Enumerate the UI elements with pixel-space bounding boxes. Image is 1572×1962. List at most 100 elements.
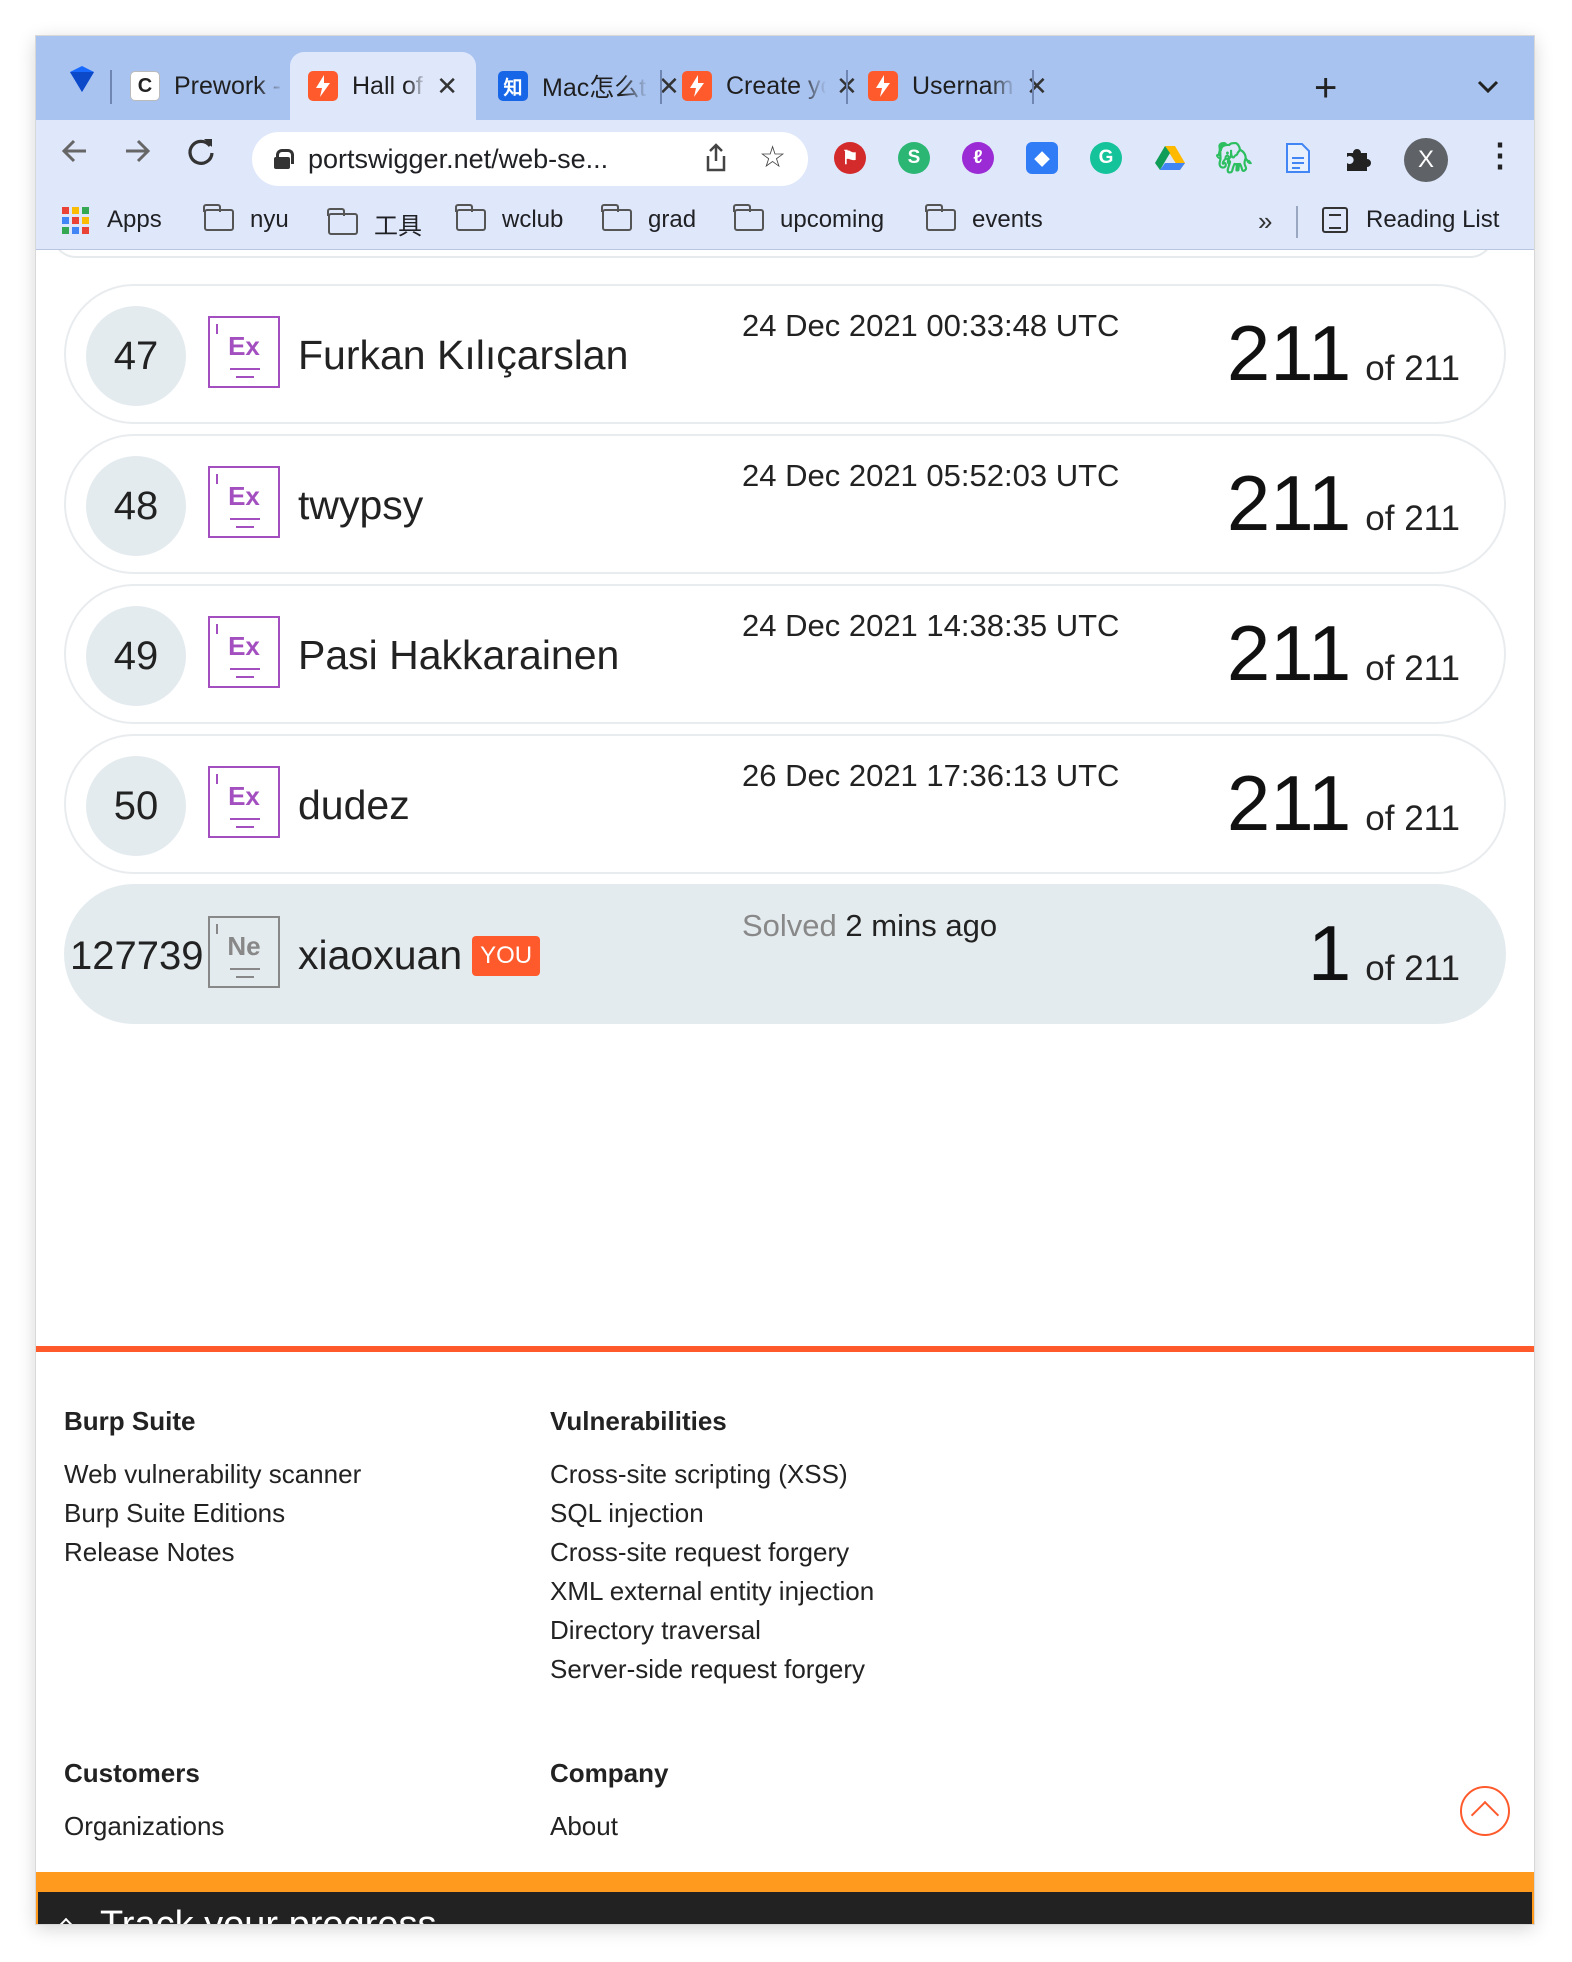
footer-link[interactable]: Organizations [64,1807,224,1846]
solved-count: 211 [1226,759,1352,847]
footer-heading: Vulnerabilities [550,1406,727,1436]
leaderboard-row: 50 Ex dudez 26 Dec 2021 17:36:13 UTC 211… [64,734,1506,874]
bookmarks-divider [1296,206,1298,238]
bookmark-label: upcoming [780,206,885,233]
bookmark-nyu[interactable]: nyu [203,204,289,234]
url-text: portswigger.net/web-se... [308,143,609,174]
address-bar[interactable]: portswigger.net/web-se... ☆ [252,132,808,186]
footer-heading: Company [550,1758,669,1788]
username: Furkan Kılıçarslan [298,332,629,378]
extension-s-icon[interactable]: S [898,142,930,174]
you-badge: YOU [472,935,541,976]
reload-button[interactable] [184,134,218,177]
chevron-up-icon [51,1917,81,1924]
tab-separator [1032,70,1034,104]
evernote-icon[interactable]: 🐘︎ [1215,142,1253,175]
track-progress-accent [36,1872,1534,1892]
completion-date: 24 Dec 2021 05:52:03 UTC [742,458,1120,493]
footer-link[interactable]: Directory traversal [550,1611,874,1650]
tab-title: Prework - [174,71,281,100]
footer-link[interactable]: Burp Suite Editions [64,1494,361,1533]
tab-title: Hall of Fa [352,71,426,100]
reading-list-icon [1322,207,1348,233]
extension-blue-icon[interactable]: ◆ [1026,142,1058,174]
tab-title: Mac怎么t [542,74,647,102]
bookmark-grad[interactable]: grad [601,204,697,234]
total-count: of 211 [1365,499,1460,538]
reading-list-button[interactable]: Reading List [1322,206,1499,234]
footer-link[interactable]: About [550,1807,668,1846]
footer-burp-suite: Burp Suite Web vulnerability scanner Bur… [64,1406,361,1572]
footer-link[interactable]: Release Notes [64,1533,361,1572]
track-progress-label: Track your progress [100,1904,436,1925]
folder-icon [327,207,358,235]
docs-icon[interactable] [1282,142,1314,174]
rank-number: 127739 [70,933,204,978]
bookmark-tools[interactable]: 工具 [327,206,422,241]
bookmark-upcoming[interactable]: upcoming [733,204,885,234]
score: 211 of 211 [1227,458,1460,549]
grammarly-icon[interactable]: G [1090,142,1122,174]
page-content: 47 Ex Furkan Kılıçarslan 24 Dec 2021 00:… [36,250,1534,1924]
google-drive-icon[interactable] [1154,142,1186,174]
username: dudez [298,782,410,828]
rank-circle: 48 [86,456,186,556]
completion-date: 24 Dec 2021 14:38:35 UTC [742,608,1120,643]
bookmark-events[interactable]: events [925,204,1043,234]
footer-link[interactable]: Cross-site request forgery [550,1533,874,1572]
share-icon[interactable] [704,143,728,180]
new-tab-button[interactable]: + [1314,66,1337,111]
extension-lr-icon[interactable]: ℓ [962,142,994,174]
bookmark-apps[interactable]: Apps [62,206,162,234]
menu-kebab-icon[interactable]: ⋮ [1484,136,1516,174]
forward-button[interactable] [120,134,154,177]
folder-icon [925,204,956,231]
footer-link[interactable]: Server-side request forgery [550,1650,874,1689]
rank-circle: 47 [86,306,186,406]
c-favicon-icon: C [130,71,160,101]
bookmark-wclub[interactable]: wclub [455,204,564,234]
extensions-puzzle-icon[interactable] [1342,142,1374,174]
username: Pasi Hakkarainen [298,632,620,678]
apps-grid-icon [62,206,89,234]
footer-vulnerabilities: Vulnerabilities Cross-site scripting (XS… [550,1406,874,1689]
close-tab-icon[interactable]: ✕ [436,71,458,102]
close-tab-icon[interactable]: ✕ [1026,71,1048,102]
footer-link[interactable]: Cross-site scripting (XSS) [550,1455,874,1494]
solved-count: 211 [1226,609,1352,697]
tab-title: Usernam [912,71,1014,100]
bookmark-label: wclub [502,206,564,233]
username: xiaoxuan YOU [298,932,541,979]
back-button[interactable] [58,134,92,177]
username: twypsy [298,482,424,528]
reading-list-label: Reading List [1366,206,1500,233]
tab-strip: C Prework - ✕ Hall of Fa ✕ 知 Mac怎么t ✕ Cr… [36,36,1534,120]
leaderboard-row: 49 Ex Pasi Hakkarainen 24 Dec 2021 14:38… [64,584,1506,724]
rank-circle: 49 [86,606,186,706]
more-bookmarks-button[interactable]: » [1258,206,1272,237]
rank-circle: 50 [86,756,186,856]
profile-avatar[interactable]: X [1404,138,1448,182]
browser-window: C Prework - ✕ Hall of Fa ✕ 知 Mac怎么t ✕ Cr… [36,36,1534,1924]
tab-search-icon[interactable] [66,62,98,99]
footer-customers: Customers Organizations [64,1758,224,1846]
bookmark-label: events [972,206,1043,233]
tab-hall-of-fame[interactable]: Hall of Fa ✕ [290,52,476,120]
portswigger-favicon-icon [308,71,338,101]
tab-search-chevron-icon[interactable] [1476,74,1500,102]
bookmark-star-icon[interactable]: ☆ [759,140,786,175]
footer-link[interactable]: XML external entity injection [550,1572,874,1611]
extension-red-icon[interactable]: ⚑ [834,142,866,174]
footer-link[interactable]: SQL injection [550,1494,874,1533]
expert-badge-icon: Ex [208,316,280,388]
bookmarks-bar: Apps nyu 工具 wclub grad upcoming events »… [36,194,1534,250]
bookmark-label: grad [648,206,697,233]
solved-time: Solved 2 mins ago [742,908,997,944]
solved-label: Solved [742,908,837,943]
track-progress-bar[interactable]: Track your progress [36,1892,1534,1924]
leaderboard-row: 47 Ex Furkan Kılıçarslan 24 Dec 2021 00:… [64,284,1506,424]
footer-link[interactable]: Web vulnerability scanner [64,1455,361,1494]
scroll-to-top-button[interactable] [1460,1786,1510,1836]
portswigger-favicon-icon [682,71,712,101]
tab-create[interactable]: Create yo ✕ [664,52,876,120]
